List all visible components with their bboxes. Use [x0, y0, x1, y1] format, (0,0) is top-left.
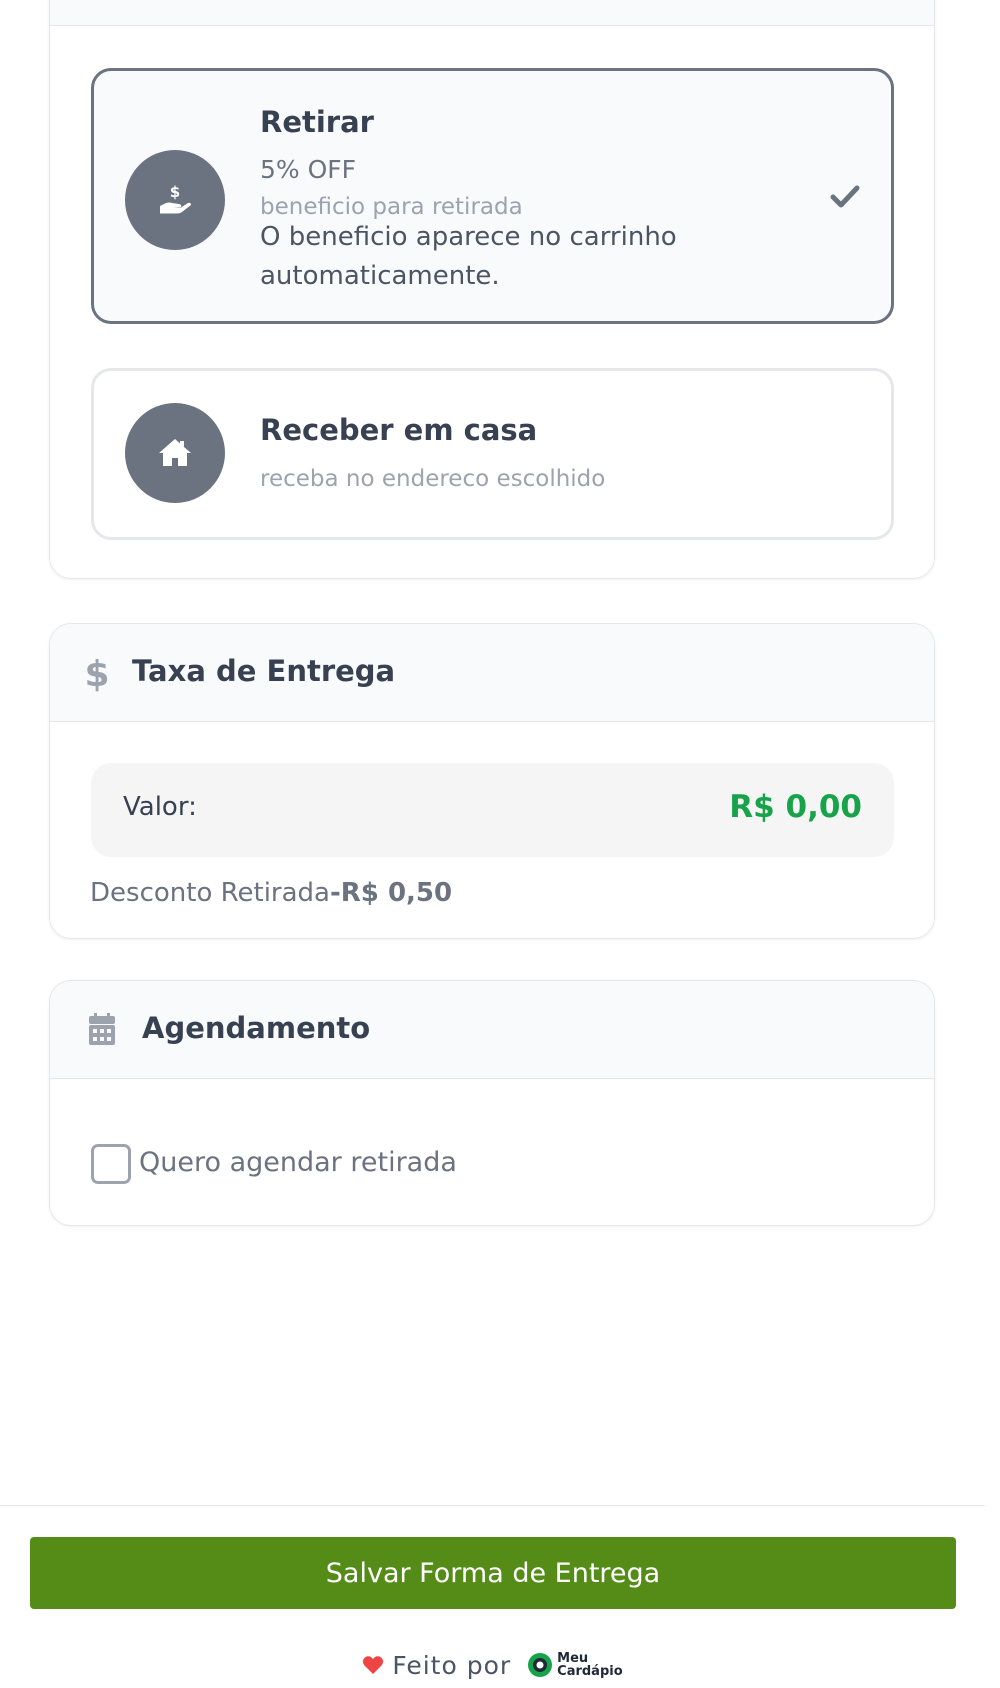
schedule-pickup-checkbox[interactable] [91, 1144, 131, 1184]
meu-cardapio-logo-icon [528, 1653, 553, 1677]
delivery-method-page: $ Retirar 5% OFF beneficio para retirada… [0, 0, 1000, 1688]
pickup-offer: 5% OFF [260, 155, 357, 184]
scheduling-card: Agendamento Quero agendar retirada [49, 980, 935, 1226]
fee-value-box: Valor: R$ 0,00 [91, 763, 894, 857]
made-by-credit: Feito por Meu Cardápio [0, 1645, 985, 1685]
home-delivery-subtitle: receba no endereco escolhido [260, 466, 606, 492]
option-home-delivery[interactable]: Receber em casa receba no endereco escol… [91, 368, 894, 540]
meu-cardapio-logo[interactable]: Meu Cardápio [527, 1652, 623, 1678]
dollar-icon: $ [86, 654, 108, 692]
delivery-options-card: $ Retirar 5% OFF beneficio para retirada… [49, 0, 935, 579]
house-icon [159, 439, 191, 466]
pickup-title: Retirar [260, 105, 374, 139]
svg-text:$: $ [86, 654, 108, 692]
delivery-fee-title: Taxa de Entrega [132, 654, 396, 688]
check-icon [830, 185, 860, 208]
delivery-fee-header: $ Taxa de Entrega [50, 624, 934, 722]
save-delivery-method-button[interactable]: Salvar Forma de Entrega [30, 1537, 956, 1609]
pickup-discount: Desconto Retirada-R$ 0,50 [90, 878, 452, 908]
delivery-fee-card: $ Taxa de Entrega Valor: R$ 0,00 Descont… [49, 623, 935, 939]
scheduling-title: Agendamento [142, 1011, 371, 1045]
discount-label: Desconto Retirada [90, 878, 330, 908]
scheduling-header: Agendamento [50, 981, 934, 1079]
svg-text:$: $ [170, 183, 180, 201]
logo-line-2: Cardápio [557, 1664, 623, 1679]
logo-text: Meu Cardápio [557, 1652, 623, 1678]
discount-value: -R$ 0,50 [329, 878, 453, 908]
fee-value: R$ 0,00 [729, 789, 862, 825]
footer-divider [0, 1505, 985, 1506]
card-header-strip [50, 0, 934, 26]
pickup-icon-circle: $ [125, 150, 225, 250]
home-icon-circle [125, 403, 225, 503]
calendar-icon [89, 1013, 115, 1045]
home-delivery-title: Receber em casa [260, 413, 538, 447]
option-pickup[interactable]: $ Retirar 5% OFF beneficio para retirada… [91, 68, 894, 324]
fee-value-label: Valor: [123, 792, 197, 822]
schedule-pickup-label[interactable]: Quero agendar retirada [139, 1147, 457, 1178]
heart-icon [363, 1656, 384, 1674]
pickup-description: O beneficio aparece no carrinho automati… [260, 222, 677, 291]
pickup-subtitle: beneficio para retirada [260, 194, 523, 220]
hand-dollar-icon: $ [160, 183, 191, 214]
made-by-text: Feito por [392, 1650, 512, 1680]
